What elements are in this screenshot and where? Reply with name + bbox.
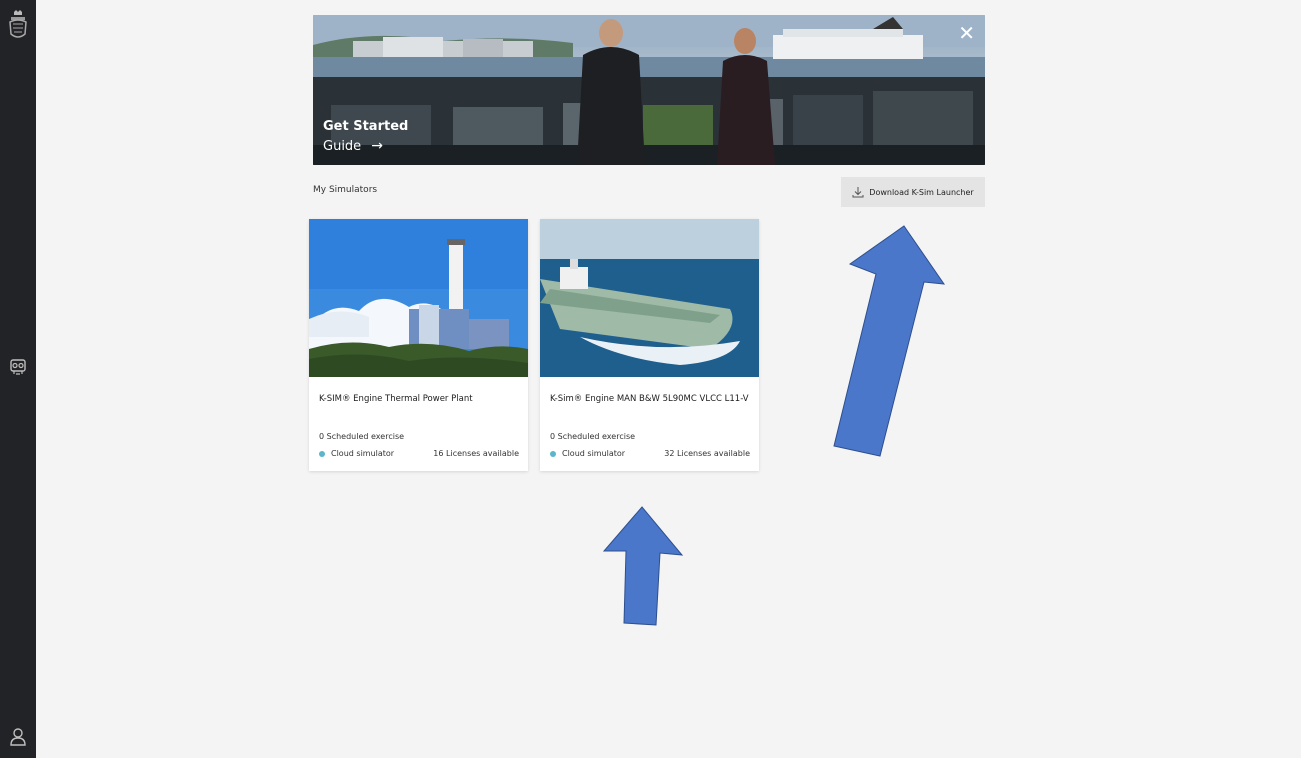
annotation-arrow-icon xyxy=(602,506,684,626)
power-plant-image xyxy=(309,219,528,377)
user-profile-icon[interactable] xyxy=(9,727,27,747)
download-icon xyxy=(852,187,864,198)
simulator-type: Cloud simulator xyxy=(331,449,395,458)
simulator-name: K-SIM® Engine Thermal Power Plant xyxy=(319,394,473,404)
annotation-arrow-icon xyxy=(833,225,946,457)
crest-logo-icon xyxy=(9,10,27,38)
download-label: Download K-Sim Launcher xyxy=(869,187,974,197)
hero-title: Get Started xyxy=(323,119,409,134)
simulator-card[interactable]: K-Sim® Engine MAN B&W 5L90MC VLCC L11-V … xyxy=(540,219,759,471)
status-dot-icon xyxy=(319,450,325,457)
simulator-type: Cloud simulator xyxy=(562,449,626,458)
arrow-right-icon: → xyxy=(371,138,383,154)
status-dot-icon xyxy=(550,450,556,457)
close-icon[interactable]: ✕ xyxy=(958,23,975,43)
simulator-nav-icon[interactable] xyxy=(8,357,28,377)
licenses-available: 32 Licenses available xyxy=(664,449,750,458)
section-title: My Simulators xyxy=(313,185,378,195)
simulator-card[interactable]: K-SIM® Engine Thermal Power Plant 0 Sche… xyxy=(309,219,528,471)
download-launcher-button[interactable]: Download K-Sim Launcher xyxy=(841,177,985,207)
vlcc-ship-image xyxy=(540,219,759,377)
guide-label: Guide xyxy=(323,139,362,154)
ship-bridge-scene-image xyxy=(313,15,985,165)
guide-link[interactable]: Guide → xyxy=(323,138,383,154)
scheduled-count: 0 Scheduled exercise xyxy=(550,432,636,441)
sidebar xyxy=(0,0,36,758)
simulator-name: K-Sim® Engine MAN B&W 5L90MC VLCC L11-V xyxy=(550,394,749,404)
simulator-meta: Cloud simulator 16 Licenses available xyxy=(319,449,519,458)
simulator-meta: Cloud simulator 32 Licenses available xyxy=(550,449,750,458)
get-started-banner[interactable]: Get Started Guide → ✕ xyxy=(313,15,985,165)
licenses-available: 16 Licenses available xyxy=(433,449,519,458)
scheduled-count: 0 Scheduled exercise xyxy=(319,432,405,441)
